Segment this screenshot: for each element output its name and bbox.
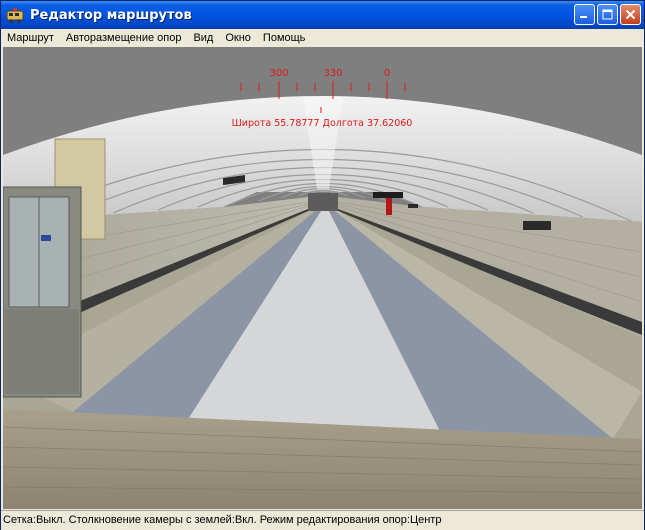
compass-label-0: 0 — [384, 68, 390, 79]
title-bar[interactable]: Редактор маршрутов — [1, 1, 644, 29]
menu-bar: Маршрут Авторазмещение опор Вид Окно Пом… — [1, 29, 644, 47]
menu-view[interactable]: Вид — [187, 29, 219, 47]
minimize-button[interactable] — [574, 4, 595, 25]
metro-station-scene: 300 330 0 Широта 55.78777 Долгота 37.620… — [3, 47, 642, 509]
3d-viewport[interactable]: 300 330 0 Широта 55.78777 Долгота 37.620… — [3, 47, 642, 509]
maximize-icon — [602, 9, 613, 20]
compass-label-330: 330 — [323, 68, 342, 79]
status-bar: Сетка:Выкл. Столкновение камеры с землей… — [1, 510, 644, 530]
menu-help[interactable]: Помощь — [257, 29, 312, 47]
menu-auto-placement[interactable]: Авторазмещение опор — [60, 29, 188, 47]
compass-label-300: 300 — [269, 68, 288, 79]
close-button[interactable] — [620, 4, 641, 25]
menu-route[interactable]: Маршрут — [1, 29, 60, 47]
coordinates-readout: Широта 55.78777 Долгота 37.62060 — [232, 118, 413, 129]
app-window: Редактор маршрутов Маршрут Авторазмещени… — [0, 0, 645, 530]
maximize-button[interactable] — [597, 4, 618, 25]
close-icon — [625, 9, 636, 20]
window-title: Редактор маршрутов — [30, 7, 192, 23]
route-editor-app-icon — [6, 8, 24, 23]
menu-window[interactable]: Окно — [219, 29, 257, 47]
minimize-icon — [580, 16, 587, 18]
window-controls — [574, 4, 641, 25]
